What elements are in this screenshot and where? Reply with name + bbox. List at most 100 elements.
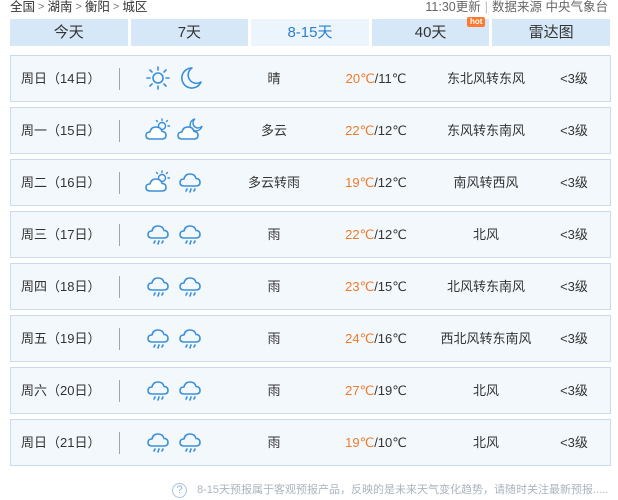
- wind-direction: 北风转东南风: [446, 279, 525, 294]
- rain-icon: [147, 381, 169, 401]
- day-label: 周一（15日）: [21, 123, 101, 138]
- day-label: 周日（14日）: [21, 71, 101, 86]
- breadcrumb-item-province[interactable]: 湖南: [47, 0, 72, 14]
- low-temp: /19℃: [374, 383, 407, 398]
- breadcrumb-item-country[interactable]: 全国: [10, 0, 35, 14]
- low-temp: /12℃: [374, 175, 407, 190]
- forecast-note: ? 8-15天预报属于客观预报产品，反映的是未来天气变化趋势，请随时关注最新预报.…: [172, 481, 608, 498]
- high-temp: 22℃: [345, 123, 375, 138]
- condition-text: 多云: [260, 123, 287, 138]
- divider: |: [484, 0, 489, 14]
- wind-level: <3级: [560, 331, 588, 346]
- temperature: 27℃/19℃: [331, 368, 421, 413]
- divider: [119, 432, 120, 454]
- tab-label: 8-15天: [287, 24, 333, 41]
- temperature: 24℃/16℃: [331, 316, 421, 361]
- help-icon[interactable]: ?: [172, 482, 187, 498]
- day-label: 周三（17日）: [21, 227, 101, 242]
- condition-text: 雨: [267, 435, 281, 450]
- weather-icons: [144, 169, 208, 195]
- low-temp: /12℃: [374, 123, 407, 138]
- wind-direction: 北风: [472, 435, 499, 450]
- divider: [119, 380, 120, 402]
- rain-icon: [147, 277, 169, 297]
- tab-label: 40天: [414, 24, 447, 41]
- condition-text: 多云转雨: [247, 175, 300, 190]
- update-info: 11:30更新 | 数据来源 中央气象台: [425, 0, 608, 15]
- tab-label: 7天: [177, 24, 202, 41]
- temperature: 19℃/12℃: [331, 160, 421, 205]
- forecast-row: 周四（18日） 雨 23℃/15℃ 北风转东南风 <3级: [10, 263, 611, 310]
- wind-direction: 南风转西风: [453, 175, 519, 190]
- high-temp: 23℃: [345, 279, 375, 294]
- forecast-row: 周日（21日） 雨 19℃/10℃ 北风 <3级: [10, 419, 611, 466]
- temperature: 23℃/15℃: [331, 264, 421, 309]
- cloudy-night-icon: [177, 118, 203, 140]
- divider: [119, 120, 120, 142]
- breadcrumb-separator: >: [112, 1, 120, 13]
- high-temp: 22℃: [345, 227, 375, 242]
- high-temp: 19℃: [345, 175, 375, 190]
- wind-direction: 北风: [472, 227, 499, 242]
- temperature: 20℃/11℃: [331, 56, 421, 101]
- weather-icons: [144, 65, 208, 91]
- weather-icons: [144, 273, 208, 299]
- divider: [119, 276, 120, 298]
- high-temp: 19℃: [345, 435, 375, 450]
- weather-icons: [144, 377, 208, 403]
- weather-icons: [144, 325, 208, 351]
- temperature: 22℃/12℃: [331, 108, 421, 153]
- high-temp: 27℃: [345, 383, 375, 398]
- partly-cloudy-icon: [145, 118, 171, 140]
- forecast-row: 周三（17日） 雨 22℃/12℃ 北风 <3级: [10, 211, 611, 258]
- weather-icons: [144, 221, 208, 247]
- condition-text: 雨: [267, 383, 281, 398]
- condition-text: 雨: [267, 279, 281, 294]
- day-label: 周五（19日）: [21, 331, 101, 346]
- wind-level: <3级: [560, 227, 588, 242]
- rain-icon: [147, 329, 169, 349]
- wind-level: <3级: [560, 175, 588, 190]
- forecast-row: 周五（19日） 雨 24℃/16℃ 西北风转东南风 <3级: [10, 315, 611, 362]
- day-label: 周六（20日）: [21, 383, 101, 398]
- low-temp: /15℃: [374, 279, 407, 294]
- partly-cloudy-icon: [145, 170, 171, 192]
- tab-0[interactable]: 今天: [10, 19, 128, 46]
- wind-direction: 西北风转东南风: [440, 331, 532, 346]
- data-source: 数据来源 中央气象台: [492, 0, 608, 14]
- moon-icon: [181, 67, 202, 89]
- tab-2[interactable]: 8-15天: [251, 19, 369, 46]
- update-time: 11:30更新: [425, 0, 481, 14]
- tab-3[interactable]: 40天 hot: [371, 17, 490, 46]
- divider: [119, 328, 120, 350]
- wind-direction: 东北风转东风: [446, 71, 525, 86]
- forecast-tabs: 今天 7天 8-15天 40天 hot 雷达图: [10, 17, 610, 46]
- wind-direction: 东风转东南风: [446, 123, 525, 138]
- rain-icon: [179, 381, 201, 401]
- forecast-row: 周六（20日） 雨 27℃/19℃ 北风 <3级: [10, 367, 611, 414]
- rain-icon: [147, 225, 169, 245]
- sunny-icon: [146, 66, 170, 90]
- condition-text: 晴: [267, 71, 281, 86]
- wind-level: <3级: [560, 123, 588, 138]
- day-label: 周二（16日）: [21, 175, 101, 190]
- condition-text: 雨: [267, 227, 281, 242]
- forecast-row: 周日（14日） 晴 20℃/11℃ 东北风转东风 <3级: [10, 55, 611, 102]
- breadcrumb-item-district: 城区: [122, 0, 148, 14]
- breadcrumb-item-city[interactable]: 衡阳: [85, 0, 110, 14]
- low-temp: /12℃: [374, 227, 407, 242]
- rain-icon: [179, 329, 201, 349]
- tab-1[interactable]: 7天: [130, 19, 249, 46]
- rain-icon: [179, 225, 201, 245]
- wind-direction: 北风: [472, 383, 499, 398]
- tab-4[interactable]: 雷达图: [492, 19, 610, 46]
- hot-badge: hot: [466, 17, 486, 27]
- temperature: 19℃/10℃: [331, 420, 421, 465]
- top-bar: 全国 > 湖南 > 衡阳 > 城区 11:30更新 | 数据来源 中央气象台: [0, 0, 618, 17]
- rain-icon: [179, 173, 201, 193]
- forecast-row: 周二（16日） 多云转雨 19℃/12℃ 南风转西风 <3级: [10, 159, 611, 206]
- rain-icon: [147, 433, 169, 453]
- forecast-row: 周一（15日） 多云 22℃/12℃ 东风转东南风 <3级: [10, 107, 611, 154]
- note-text: 8-15天预报属于客观预报产品，反映的是未来天气变化趋势，请随时关注最新预报..…: [197, 484, 609, 496]
- rain-icon: [179, 277, 201, 297]
